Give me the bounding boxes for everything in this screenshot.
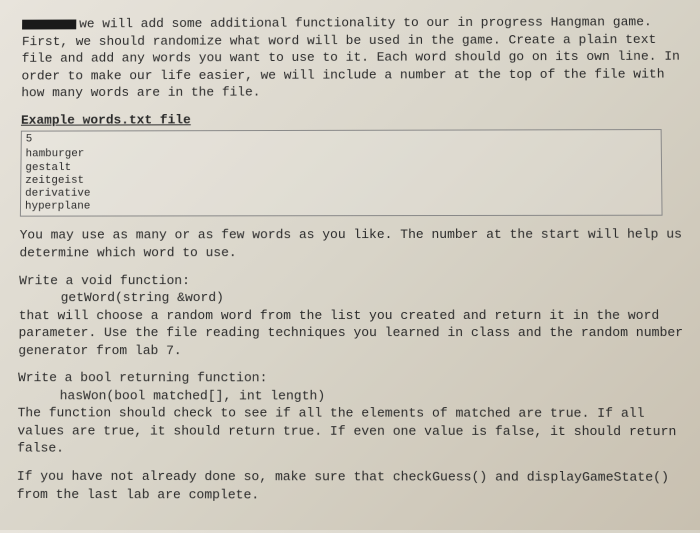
void-fn-desc: that will choose a random word from the … [18, 306, 684, 359]
example-word: gestalt [25, 161, 657, 175]
void-fn-intro: Write a void function: [19, 271, 683, 289]
example-word: hyperplane [25, 200, 658, 214]
example-heading: Example words.txt file [21, 110, 682, 129]
example-word: derivative [25, 187, 657, 201]
intro-text: we will add some additional functionalit… [21, 14, 680, 100]
redacted-mark [22, 19, 76, 29]
paragraph-2: You may use as many or as few words as y… [19, 226, 683, 262]
intro-paragraph: we will add some additional functionalit… [21, 13, 681, 102]
bool-fn-intro: Write a bool returning function: [18, 369, 685, 387]
example-word: zeitgeist [25, 174, 657, 188]
example-count: 5 [26, 132, 657, 148]
void-fn-signature: getWord(string &word) [19, 289, 684, 307]
void-function-block: Write a void function: getWord(string &w… [18, 271, 684, 359]
bool-fn-signature: hasWon(bool matched[], int length) [18, 387, 685, 405]
bool-function-block: Write a bool returning function: hasWon(… [17, 369, 685, 458]
final-paragraph: If you have not already done so, make su… [17, 468, 686, 505]
example-file-box: 5 hamburger gestalt zeitgeist derivative… [20, 129, 663, 217]
bool-fn-desc: The function should check to see if all … [17, 405, 685, 459]
example-word: hamburger [25, 147, 657, 161]
document-page: we will add some additional functionalit… [17, 13, 686, 504]
